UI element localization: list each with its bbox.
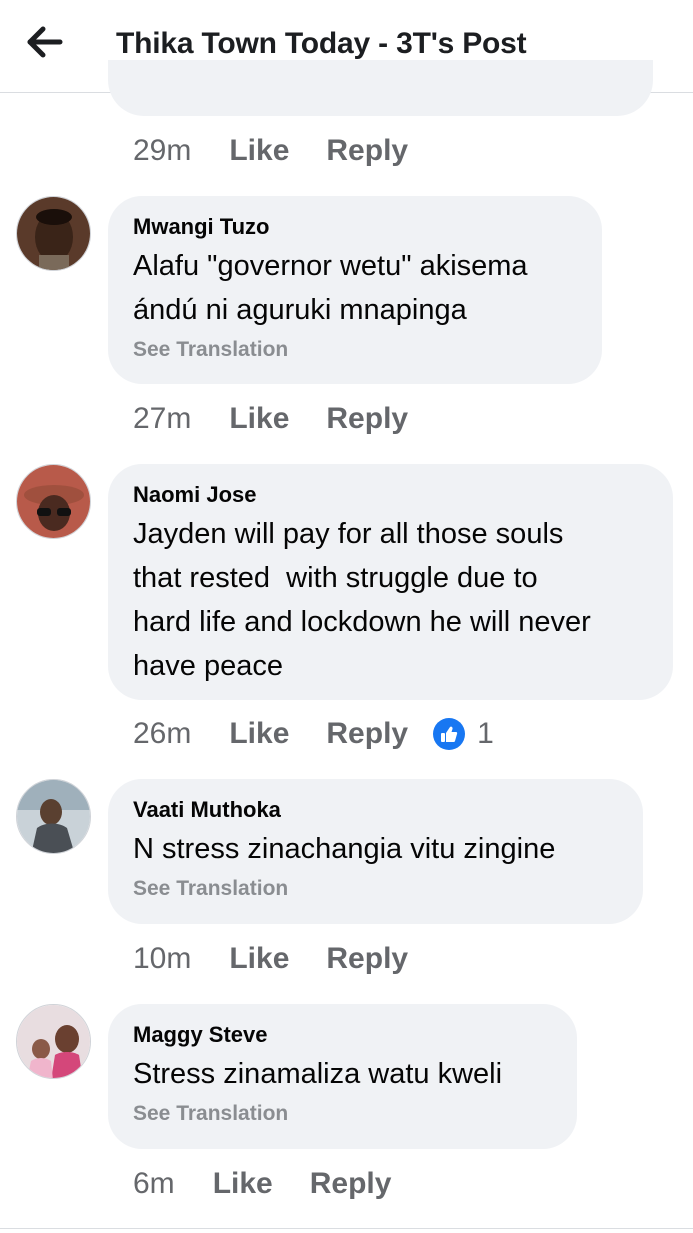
thumbs-up-icon xyxy=(433,718,466,750)
divider xyxy=(0,1228,693,1229)
comment-timestamp: 6m xyxy=(133,1167,175,1200)
reply-button[interactable]: Reply xyxy=(326,717,408,751)
reaction-summary[interactable]: 1 xyxy=(433,717,494,751)
previous-comment-bubble xyxy=(108,60,653,116)
avatar[interactable] xyxy=(16,464,91,539)
avatar[interactable] xyxy=(16,779,91,854)
comment-text: Jayden will pay for all those souls that… xyxy=(133,512,647,688)
comment-bubble[interactable]: Naomi Jose Jayden will pay for all those… xyxy=(108,464,673,700)
comment-actions: 10m Like Reply xyxy=(133,939,445,979)
profile-photo-icon xyxy=(17,780,90,853)
comment-author[interactable]: Naomi Jose xyxy=(133,482,647,508)
comment-author[interactable]: Maggy Steve xyxy=(133,1022,551,1048)
like-button[interactable]: Like xyxy=(229,717,289,751)
comment-timestamp: 29m xyxy=(133,134,192,167)
comment-actions: 29m Like Reply xyxy=(133,131,445,171)
comment-author[interactable]: Vaati Muthoka xyxy=(133,797,617,823)
comment-timestamp: 27m xyxy=(133,402,192,435)
comment-text-line: Jayden will pay for all those souls xyxy=(133,518,564,550)
comment-text-line: Stress zinamaliza watu kweli xyxy=(133,1058,503,1090)
profile-photo-icon xyxy=(17,197,90,270)
like-button[interactable]: Like xyxy=(229,402,289,436)
comment-text-line: hard life and lockdown he will never xyxy=(133,606,591,638)
reply-button[interactable]: Reply xyxy=(310,1167,392,1201)
like-button[interactable]: Like xyxy=(213,1167,273,1201)
comment-actions: 6m Like Reply xyxy=(133,1164,428,1204)
reply-button[interactable]: Reply xyxy=(326,942,408,976)
avatar[interactable] xyxy=(16,196,91,271)
page-title: Thika Town Today - 3T's Post xyxy=(116,27,527,60)
comment-text: Alafu "governor wetu" akisema ándú ni ag… xyxy=(133,244,576,332)
comment-actions: 27m Like Reply xyxy=(133,399,445,439)
comment-bubble[interactable]: Mwangi Tuzo Alafu "governor wetu" akisem… xyxy=(108,196,602,384)
like-button[interactable]: Like xyxy=(229,134,289,168)
comment-author[interactable]: Mwangi Tuzo xyxy=(133,214,576,240)
comment-text-line: ándú ni aguruki mnapinga xyxy=(133,294,467,326)
back-arrow-icon[interactable] xyxy=(26,24,64,60)
comment-text-line: N stress zinachangia vitu zingine xyxy=(133,833,556,865)
comment-timestamp: 10m xyxy=(133,942,192,975)
comment-bubble[interactable]: Maggy Steve Stress zinamaliza watu kweli… xyxy=(108,1004,577,1149)
like-button[interactable]: Like xyxy=(229,942,289,976)
comment-timestamp: 26m xyxy=(133,717,192,750)
reaction-count: 1 xyxy=(477,717,494,750)
comment-text-line: Alafu "governor wetu" akisema xyxy=(133,250,528,282)
comment-text: N stress zinachangia vitu zingine xyxy=(133,827,617,871)
see-translation-link[interactable]: See Translation xyxy=(133,338,576,362)
comment-actions: 26m Like Reply 1 xyxy=(133,714,494,754)
see-translation-link[interactable]: See Translation xyxy=(133,877,617,901)
avatar[interactable] xyxy=(16,1004,91,1079)
see-translation-link[interactable]: See Translation xyxy=(133,1102,551,1126)
comment-text-line: have peace xyxy=(133,650,283,682)
profile-photo-icon xyxy=(17,465,90,538)
comment-text-line: that rested with struggle due to xyxy=(133,562,538,594)
reply-button[interactable]: Reply xyxy=(326,134,408,168)
comment-text: Stress zinamaliza watu kweli xyxy=(133,1052,551,1096)
reply-button[interactable]: Reply xyxy=(326,402,408,436)
profile-photo-icon xyxy=(17,1005,90,1078)
comment-bubble[interactable]: Vaati Muthoka N stress zinachangia vitu … xyxy=(108,779,643,924)
